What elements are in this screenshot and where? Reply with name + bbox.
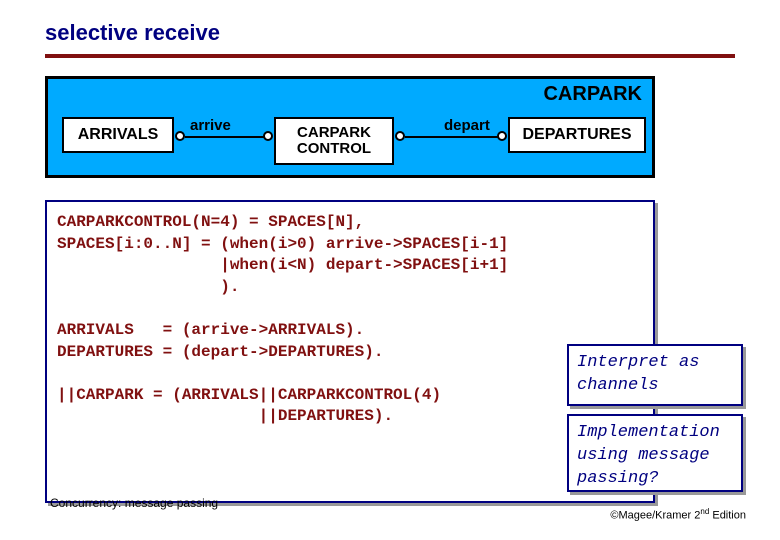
port-circle (263, 131, 273, 141)
port-circle (497, 131, 507, 141)
code-line: |when(i<N) depart->SPACES[i+1] (57, 256, 508, 274)
code-line: ||DEPARTURES). (57, 407, 393, 425)
edition-ordinal: nd (700, 507, 709, 516)
arrivals-box: ARRIVALS (62, 117, 174, 153)
code-line: CARPARKCONTROL(N=4) = SPACES[N], (57, 213, 364, 231)
note-channels: Interpret as channels (567, 344, 743, 406)
control-line2: CONTROL (297, 141, 371, 158)
copyright-suf: Edition (709, 510, 746, 522)
departures-box: DEPARTURES (508, 117, 646, 153)
title-rule (45, 54, 735, 58)
system-label: CARPARK (543, 83, 642, 106)
carpark-diagram: CARPARK ARRIVALS arrive CARPARK CONTROL … (45, 76, 655, 178)
footer-left: Concurrency: message passing (50, 496, 218, 510)
control-line1: CARPARK (297, 125, 371, 142)
code-line: SPACES[i:0..N] = (when(i>0) arrive->SPAC… (57, 235, 508, 253)
code-line: ARRIVALS = (arrive->ARRIVALS). (57, 321, 364, 339)
code-line: ). (57, 278, 239, 296)
depart-label: depart (444, 117, 490, 134)
port-circle (175, 131, 185, 141)
arrive-link (185, 136, 265, 138)
depart-link (405, 136, 499, 138)
slide-title: selective receive (45, 20, 735, 52)
code-line: ||CARPARK = (ARRIVALS||CARPARKCONTROL(4) (57, 386, 441, 404)
footer-right: ©Magee/Kramer 2nd Edition (610, 507, 746, 522)
fsp-code: CARPARKCONTROL(N=4) = SPACES[N], SPACES[… (45, 200, 655, 503)
copyright-pre: ©Magee/Kramer (610, 510, 694, 522)
arrive-label: arrive (190, 117, 231, 134)
note-implementation: Implementation using message passing? (567, 414, 743, 492)
code-line: DEPARTURES = (depart->DEPARTURES). (57, 343, 383, 361)
port-circle (395, 131, 405, 141)
control-box: CARPARK CONTROL (274, 117, 394, 165)
